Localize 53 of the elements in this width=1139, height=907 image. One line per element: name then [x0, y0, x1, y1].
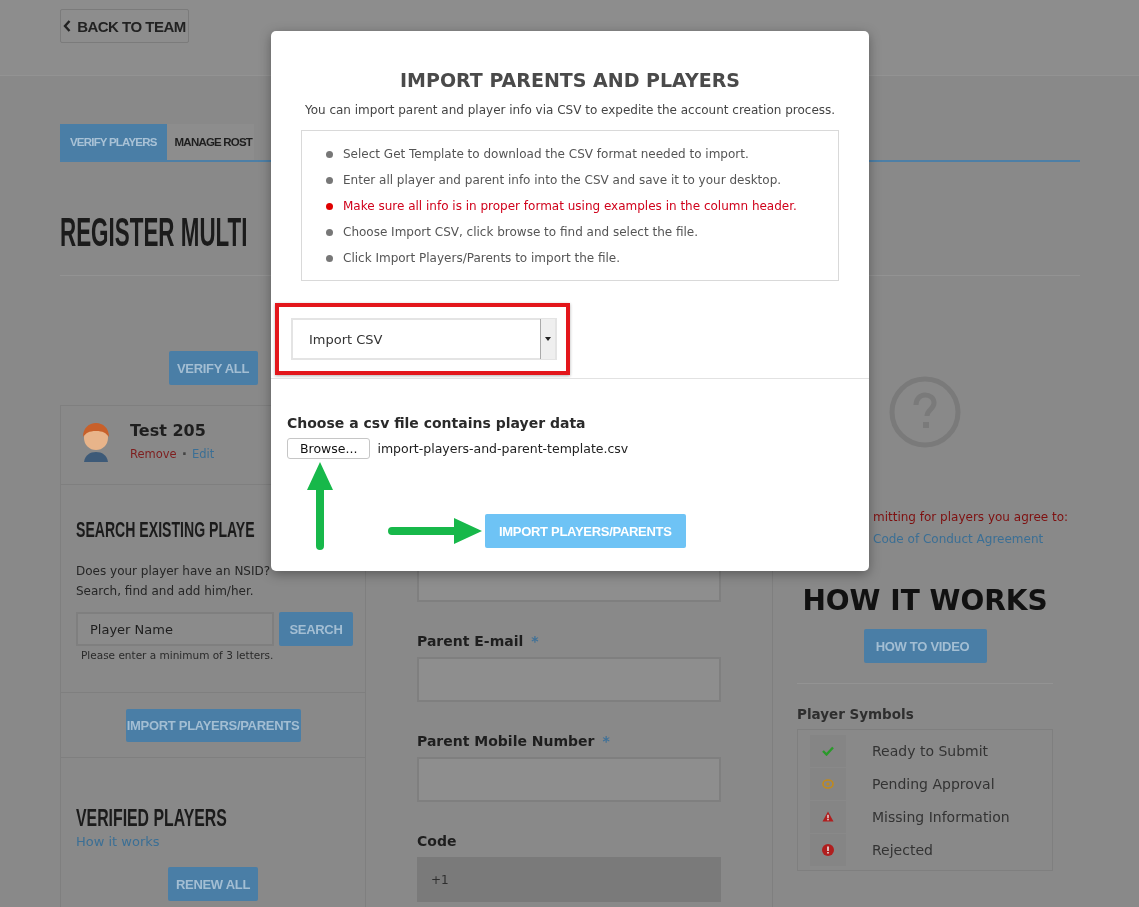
- chevron-left-icon: [63, 20, 72, 32]
- description-text: Does your player have an NSID?: [76, 563, 272, 581]
- alert-icon: [822, 843, 834, 856]
- eye-icon: [822, 778, 834, 789]
- import-button[interactable]: IMPORT PLAYERS/PARENTS: [125, 709, 301, 742]
- hint-text: Please enter a minimum of 3 letters.: [81, 649, 275, 662]
- symbol-label: Ready to Submit: [872, 742, 989, 759]
- renew-all-button[interactable]: RENEW ALL: [168, 867, 258, 902]
- symbol-label: Rejected: [872, 841, 933, 858]
- step-text: Choose Import CSV, click browse to find and select the file.: [343, 225, 699, 239]
- field-label: Parent Mobile Number: [417, 733, 595, 749]
- edit-link[interactable]: Edit: [192, 447, 215, 461]
- back-button[interactable]: BACK TO TEAM: [60, 9, 189, 43]
- step-text: Make sure all info is in proper format using examples in the column header.: [343, 199, 797, 213]
- remove-link[interactable]: Remove: [130, 447, 177, 461]
- dialog-title: IMPORT PARENTS AND PLAYERS: [399, 69, 741, 91]
- separator: ·: [181, 446, 187, 462]
- step-text: Click Import Players/Parents to import the file.: [343, 251, 621, 265]
- symbol-label: Pending Approval: [872, 775, 995, 792]
- right-arrow-icon: [388, 518, 482, 544]
- step-text: Enter all player and parent info into the CSV and save it to your desktop.: [343, 173, 782, 187]
- verify-all-button[interactable]: VERIFY ALL: [168, 351, 258, 385]
- import-select[interactable]: Import CSV: [291, 318, 557, 360]
- description-text: Search, find and add him/her.: [76, 583, 255, 601]
- field-label: Parent E-mail: [417, 633, 524, 649]
- up-arrow-icon: [306, 462, 334, 550]
- player-name: Test 205: [130, 421, 207, 440]
- video-button[interactable]: HOW TO VIDEO: [863, 629, 987, 663]
- required-mark: *: [531, 633, 539, 649]
- agreement-link[interactable]: Code of Conduct Agreement: [873, 532, 1044, 546]
- agreement-text: mitting for players you agree to:: [873, 510, 1069, 524]
- section-title: VERIFIED PLAYERS: [76, 805, 227, 832]
- field-label: Code: [417, 833, 457, 849]
- browse-button[interactable]: Browse...: [287, 438, 371, 459]
- symbols-title: Player Symbols: [797, 706, 914, 722]
- import-button[interactable]: IMPORT PLAYERS/PARENTS: [485, 514, 686, 548]
- step-text: Select Get Template to download the CSV format needed to import.: [343, 147, 749, 161]
- tab[interactable]: VERIFY PLAYERS: [60, 124, 167, 160]
- required-mark: *: [602, 733, 610, 749]
- page-title: REGISTER MULTI: [60, 210, 248, 254]
- file-label: Choose a csv file contains player data: [287, 415, 587, 431]
- search-button[interactable]: SEARCH: [279, 612, 353, 647]
- dialog-subtitle: You can import parent and player info via CSV to expedite the account creation process.: [303, 103, 837, 117]
- file-name: import-players-and-parent-template.csv: [377, 441, 629, 456]
- check-icon: [822, 745, 834, 756]
- section-title: HOW IT WORKS: [802, 584, 1048, 617]
- section-title: SEARCH EXISTING PLAYE: [76, 518, 255, 543]
- warning-icon: [822, 811, 834, 822]
- caret-icon: [545, 337, 551, 341]
- symbol-label: Missing Information: [872, 808, 1010, 825]
- tab[interactable]: MANAGE ROST: [166, 124, 255, 160]
- player-name-field[interactable]: Player Name: [76, 612, 274, 647]
- how-it-works-link[interactable]: How it works: [76, 834, 160, 850]
